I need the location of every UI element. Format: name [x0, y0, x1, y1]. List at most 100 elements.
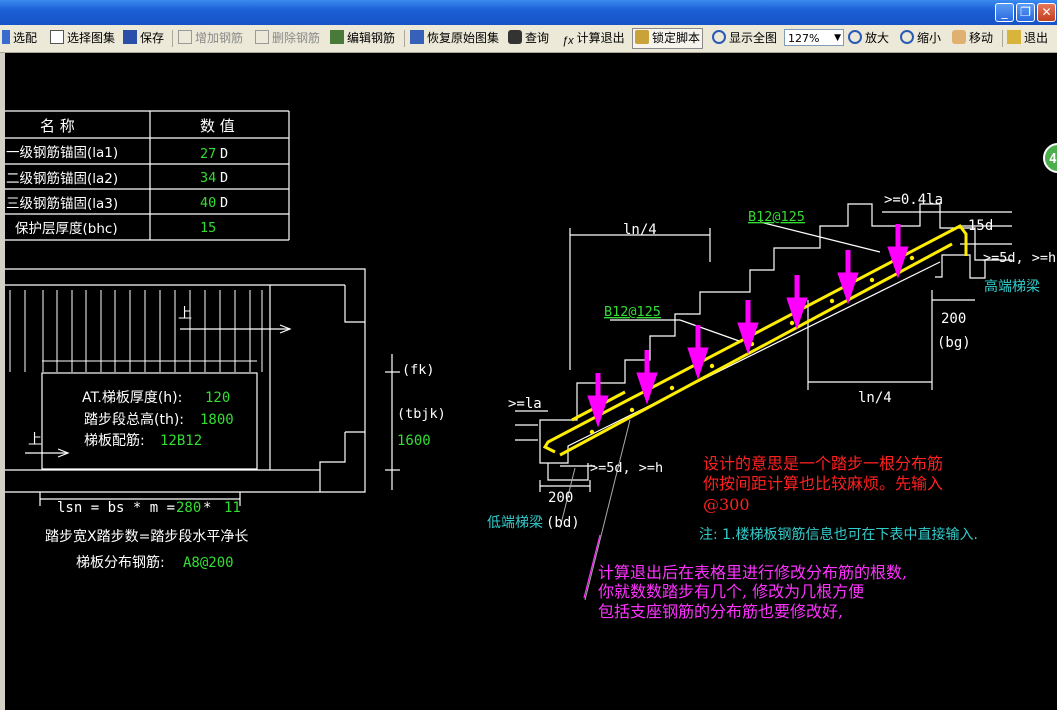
- lsn-m-value[interactable]: 11: [224, 500, 241, 516]
- stair-plan: [5, 268, 400, 506]
- low-beam-label: 低端梯梁: [487, 515, 543, 531]
- left-panel-edge: [0, 53, 5, 710]
- 15d-label: 15d: [968, 218, 993, 234]
- select-atlas-button[interactable]: 选择图集: [50, 29, 115, 48]
- title-bar: _ ❐ ✕: [0, 0, 1057, 25]
- toolbar-separator: [404, 30, 405, 47]
- ln4-bottom-label: ln/4: [858, 390, 892, 406]
- drawing-canvas[interactable]: 名 称 数 值 一级钢筋锚固(la1) 二级钢筋锚固(la2) 三级钢筋锚固(l…: [0, 53, 1057, 710]
- toolbar-separator: [1002, 30, 1003, 47]
- zoom-in-button[interactable]: 放大: [848, 29, 889, 48]
- lsn-bs-value[interactable]: 280: [176, 500, 201, 516]
- table-row-value[interactable]: 40: [200, 195, 216, 211]
- chevron-down-icon: ▼: [834, 33, 841, 43]
- add-rebar-icon: [178, 30, 192, 44]
- save-button[interactable]: 保存: [123, 29, 164, 48]
- table-row-value[interactable]: 34: [200, 170, 216, 186]
- dist-rebar-label: 梯板分布钢筋:: [76, 554, 165, 571]
- fx-icon: ƒx: [562, 35, 574, 47]
- toolbar: 选配 选择图集 保存 增加钢筋 删除钢筋 编辑钢筋 恢复原始图集 查询 ƒx 计算…: [0, 25, 1057, 53]
- red-note-line: 你按间距计算也比较麻烦。先输入: [703, 474, 943, 493]
- rebar-label: 梯板配筋:: [84, 432, 145, 449]
- rebar-value[interactable]: 12B12: [160, 433, 202, 449]
- maximize-button[interactable]: ❐: [1016, 3, 1035, 22]
- lock-script-button[interactable]: 锁定脚本: [632, 28, 704, 49]
- minimize-button[interactable]: _: [995, 3, 1014, 22]
- magenta-note-line: 包括支座钢筋的分布筋也要修改好,: [598, 602, 843, 621]
- restore-icon: [410, 30, 424, 44]
- table-row-value[interactable]: 15: [200, 220, 216, 236]
- close-button[interactable]: ✕: [1037, 3, 1056, 22]
- fk-label: (fk): [402, 362, 435, 378]
- edit-rebar-button[interactable]: 编辑钢筋: [330, 29, 395, 48]
- zoom-select[interactable]: 127% ▼: [784, 29, 844, 46]
- step-height-value[interactable]: 1800: [200, 412, 234, 428]
- toolbar-separator: [172, 30, 173, 47]
- lsn-formula: lsn = bs * m =: [57, 500, 175, 516]
- zoom-out-icon: [900, 30, 914, 44]
- delete-rebar-icon: [255, 30, 269, 44]
- edge-badge-label: 4: [1049, 152, 1057, 167]
- select-button[interactable]: 选配: [2, 29, 37, 48]
- zoom-fit-icon: [712, 30, 726, 44]
- select-icon: [2, 30, 10, 44]
- zoom-in-icon: [848, 30, 862, 44]
- table-row-name: 三级钢筋锚固(la3): [6, 195, 118, 212]
- table-row-name: 二级钢筋锚固(la2): [6, 170, 118, 187]
- table-row-name: 一级钢筋锚固(la1): [6, 144, 118, 161]
- plan-up-label: 上: [28, 432, 42, 448]
- dim-200-right: 200: [941, 311, 966, 327]
- exit-icon: [1007, 30, 1021, 44]
- magenta-note-line: 计算退出后在表格里进行修改分布筋的根数,: [598, 563, 907, 582]
- zoom-out-button[interactable]: 缩小: [900, 29, 941, 48]
- formula-text: 踏步宽X踏步数=踏步段水平净长: [45, 528, 248, 545]
- magenta-note-line: 你就数数踏步有几个, 修改为几根方便: [598, 582, 864, 601]
- tbjk-label: (tbjk): [397, 406, 446, 422]
- high-beam-label: 高端梯梁: [984, 278, 1040, 295]
- thickness-label: AT.梯板厚度(h):: [82, 390, 182, 406]
- table-row-unit: D: [220, 146, 228, 162]
- save-icon: [123, 30, 137, 44]
- atlas-icon: [50, 30, 64, 44]
- exit-button[interactable]: 退出: [1007, 29, 1048, 48]
- thickness-value[interactable]: 120: [205, 390, 230, 406]
- table-row-value[interactable]: 27: [200, 146, 216, 162]
- delete-rebar-button[interactable]: 删除钢筋: [255, 29, 320, 48]
- query-button[interactable]: 查询: [508, 29, 549, 48]
- stair-drawing: 名 称 数 值 一级钢筋锚固(la1) 二级钢筋锚固(la2) 三级钢筋锚固(l…: [5, 110, 1057, 621]
- table-header-name: 名 称: [40, 117, 75, 135]
- table-header-value: 数 值: [200, 117, 235, 135]
- red-note-line: 设计的意思是一个踏步一根分布筋: [703, 454, 943, 473]
- dist-rebar-value[interactable]: A8@200: [183, 555, 234, 571]
- red-note-line: @300: [703, 495, 750, 514]
- ge-la-label: >=la: [508, 396, 542, 412]
- bg-label: (bg): [937, 335, 971, 351]
- plan-up-label: 上: [178, 306, 192, 322]
- ln4-top-label: ln/4: [623, 222, 657, 238]
- lsn-star: *: [203, 500, 211, 516]
- cyan-note: 注: 1.楼梯板钢筋信息也可在下表中直接输入.: [699, 526, 978, 543]
- restore-atlas-button[interactable]: 恢复原始图集: [410, 29, 499, 48]
- edit-rebar-icon: [330, 30, 344, 44]
- binoculars-icon: [508, 30, 522, 44]
- b12-top-label[interactable]: B12@125: [748, 209, 805, 225]
- pan-button[interactable]: 移动: [952, 29, 993, 48]
- step-height-label: 踏步段总高(th):: [84, 411, 184, 428]
- dim-200-left: 200: [548, 490, 573, 506]
- add-rebar-button[interactable]: 增加钢筋: [178, 29, 243, 48]
- bd-label: (bd): [546, 515, 580, 531]
- b12-mid-label[interactable]: B12@125: [604, 304, 661, 320]
- lock-icon: [635, 30, 649, 44]
- edge-badge[interactable]: 4: [1043, 143, 1057, 173]
- table-row-name: 保护层厚度(bhc): [15, 221, 118, 237]
- ge-0.4la-label: >=0.4la: [884, 192, 943, 208]
- show-all-button[interactable]: 显示全图: [712, 29, 777, 48]
- zoom-value: 127%: [788, 32, 820, 45]
- tbjk-value[interactable]: 1600: [397, 433, 431, 449]
- calc-exit-button[interactable]: ƒx 计算退出: [562, 29, 625, 48]
- ge5d-h-bottom-label: >=5d, >=h: [590, 460, 663, 476]
- dist-rebar-dots: [589, 255, 915, 435]
- table-row-unit: D: [220, 195, 228, 211]
- ge5d-h-top-label: >=5d, >=h: [983, 250, 1056, 266]
- pan-hand-icon: [952, 30, 966, 44]
